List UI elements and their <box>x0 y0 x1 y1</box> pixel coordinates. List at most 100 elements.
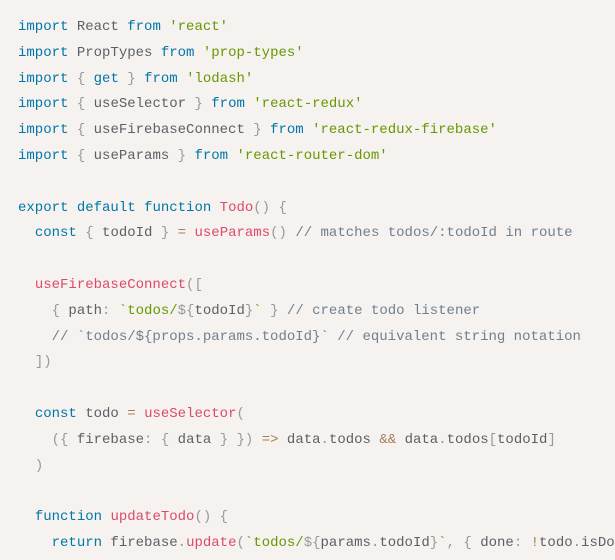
token-plain: PropTypes <box>68 45 160 61</box>
token-keyword: const <box>35 225 77 241</box>
token-plain <box>253 432 261 448</box>
token-plain <box>203 96 211 112</box>
token-punct: . <box>321 432 329 448</box>
token-plain: todos <box>447 432 489 448</box>
token-plain <box>522 535 530 551</box>
token-string: `todos/ <box>245 535 304 551</box>
token-plain: path <box>60 303 102 319</box>
token-keyword: import <box>18 148 68 164</box>
token-plain: firebase <box>102 535 178 551</box>
token-plain: todos <box>329 432 379 448</box>
token-plain <box>18 303 52 319</box>
token-plain: todoId <box>94 225 161 241</box>
token-punct: { <box>161 432 169 448</box>
token-string: 'react' <box>169 19 228 35</box>
token-plain <box>68 200 76 216</box>
token-plain <box>68 96 76 112</box>
token-plain <box>18 535 52 551</box>
token-plain <box>18 509 35 525</box>
token-punct: } <box>194 96 202 112</box>
token-punct: . <box>573 535 581 551</box>
token-plain: todoId <box>497 432 547 448</box>
token-plain: useSelector <box>85 96 194 112</box>
token-operator: && <box>379 432 396 448</box>
token-plain: React <box>68 19 127 35</box>
token-punct: { <box>52 303 60 319</box>
token-keyword: from <box>270 122 304 138</box>
token-plain <box>262 303 270 319</box>
token-keyword: from <box>144 71 178 87</box>
token-plain <box>18 406 35 422</box>
token-punct: ( <box>236 406 244 422</box>
token-keyword: import <box>18 45 68 61</box>
token-operator: => <box>262 432 279 448</box>
token-keyword: default <box>77 200 136 216</box>
token-keyword: from <box>194 148 228 164</box>
token-plain <box>169 225 177 241</box>
token-keyword: return <box>52 535 102 551</box>
token-punct: ${ <box>178 303 195 319</box>
token-punct: ( <box>236 535 244 551</box>
token-plain <box>18 458 35 474</box>
token-func: updateTodo <box>110 509 194 525</box>
token-plain: firebase <box>68 432 144 448</box>
token-string: 'react-redux-firebase' <box>312 122 497 138</box>
token-plain <box>18 225 35 241</box>
token-keyword: from <box>161 45 195 61</box>
token-punct: { <box>77 122 85 138</box>
token-punct: : <box>514 535 522 551</box>
code-block: import React from 'react' import PropTyp… <box>18 14 597 560</box>
token-punct: } <box>161 225 169 241</box>
token-plain <box>18 329 52 345</box>
token-string: `todos/ <box>119 303 178 319</box>
code-content: import React from 'react' import PropTyp… <box>18 19 615 560</box>
token-keyword: export <box>18 200 68 216</box>
token-punct: { <box>220 509 228 525</box>
token-plain: todoId <box>379 535 429 551</box>
token-plain: useParams <box>85 148 177 164</box>
token-punct: , <box>447 535 455 551</box>
token-punct: } <box>270 303 278 319</box>
token-func: useFirebaseConnect <box>35 277 186 293</box>
token-string: ` <box>438 535 446 551</box>
token-plain <box>18 277 35 293</box>
token-plain: isDone <box>581 535 615 551</box>
token-plain <box>152 432 160 448</box>
token-plain <box>85 71 93 87</box>
token-punct: { <box>279 200 287 216</box>
token-plain: todo <box>77 406 127 422</box>
token-plain <box>262 122 270 138</box>
token-func: useParams <box>194 225 270 241</box>
token-func: useSelector <box>144 406 236 422</box>
token-plain: data <box>169 432 219 448</box>
token-plain: todo <box>539 535 573 551</box>
token-keyword: const <box>35 406 77 422</box>
token-punct: } <box>178 148 186 164</box>
token-punct: ([ <box>186 277 203 293</box>
token-plain <box>304 122 312 138</box>
token-punct: } <box>253 122 261 138</box>
token-punct: { <box>77 148 85 164</box>
token-plain <box>279 303 287 319</box>
token-punct: ${ <box>304 535 321 551</box>
token-plain <box>68 71 76 87</box>
token-punct: } <box>430 535 438 551</box>
token-plain <box>178 71 186 87</box>
token-string: 'prop-types' <box>203 45 304 61</box>
token-plain <box>68 148 76 164</box>
token-keyword: import <box>18 122 68 138</box>
token-comment: // matches todos/:todoId in route <box>295 225 572 241</box>
token-plain <box>136 406 144 422</box>
token-plain <box>68 122 76 138</box>
token-punct: { <box>77 71 85 87</box>
token-operator: ! <box>531 535 539 551</box>
token-classname: Todo <box>220 200 254 216</box>
token-punct: () <box>194 509 211 525</box>
token-punct: { <box>77 96 85 112</box>
token-operator: = <box>127 406 135 422</box>
token-string: ` <box>253 303 261 319</box>
token-plain: params <box>321 535 371 551</box>
token-punct: [ <box>489 432 497 448</box>
token-keyword: from <box>127 19 161 35</box>
token-plain: data <box>396 432 438 448</box>
